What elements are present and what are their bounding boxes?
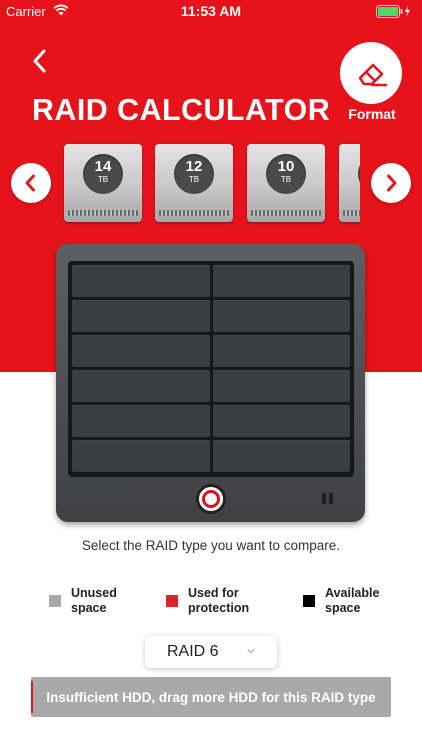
hdd-size: 14 [94, 158, 112, 175]
chevron-right-icon [387, 174, 397, 192]
format-label: Format [348, 106, 396, 122]
hdd-size: 10 [277, 158, 295, 175]
status-time: 11:53 AM [180, 3, 242, 19]
drive-bay-slot[interactable] [212, 405, 350, 437]
drive-bay-slot[interactable] [72, 370, 210, 402]
hdd-unit: TB [97, 175, 109, 184]
legend-swatch [166, 595, 178, 607]
drive-bay-slot[interactable] [212, 335, 350, 367]
drive-bay-slot[interactable] [212, 265, 350, 297]
drive-bay-slot[interactable] [72, 300, 210, 332]
warning-accent [31, 681, 33, 713]
drive-bay-slot[interactable] [72, 265, 210, 297]
chevron-left-icon [33, 49, 46, 73]
eraser-icon [358, 63, 388, 87]
hdd-drive-partial[interactable] [339, 144, 360, 222]
hdd-capacity-badge: 10 TB [266, 154, 306, 194]
drive-bay-slot[interactable] [212, 440, 350, 472]
hdd-capacity-badge [358, 154, 360, 194]
back-button[interactable] [28, 46, 54, 76]
legend-label: Used for protection [188, 586, 250, 615]
carousel-prev-button[interactable] [11, 163, 51, 203]
status-led-icon [322, 493, 333, 504]
drive-bay-slot[interactable] [212, 300, 350, 332]
drive-bay-slot[interactable] [72, 440, 210, 472]
page-title: RAID CALCULATOR [32, 92, 331, 127]
chevron-down-icon [247, 648, 255, 654]
legend-label: Available space [325, 586, 380, 615]
drive-bay-slot[interactable] [212, 370, 350, 402]
hdd-unit: TB [188, 175, 200, 184]
drive-bay-slot[interactable] [72, 405, 210, 437]
legend-available: Available space [303, 586, 379, 616]
insufficient-hdd-warning: Insufficient HDD, drag more HDD for this… [31, 677, 391, 717]
battery-charging-icon [376, 5, 410, 18]
format-button[interactable] [340, 42, 402, 104]
status-bar: Carrier 11:53 AM [0, 0, 422, 22]
raid-type-select[interactable]: RAID 6 [145, 636, 277, 668]
hdd-capacity-badge: 12 TB [174, 154, 214, 194]
hdd-capacity-badge: 14 TB [83, 154, 123, 194]
hdd-size: 12 [185, 158, 203, 175]
drive-bay-area[interactable] [68, 261, 354, 477]
hdd-drive[interactable]: 12 TB [155, 144, 233, 222]
chevron-left-icon [25, 174, 35, 192]
hdd-drive[interactable]: 10 TB [247, 144, 325, 222]
legend-swatch [303, 595, 315, 607]
warning-text: Insufficient HDD, drag more HDD for this… [46, 689, 376, 705]
drive-bay-slot[interactable] [72, 335, 210, 367]
drive-carousel[interactable]: 14 TB 12 TB 10 TB [62, 140, 360, 226]
brand-logo-icon [196, 484, 226, 514]
nas-enclosure [56, 244, 365, 522]
hdd-drive[interactable]: 14 TB [64, 144, 142, 222]
hdd-unit: TB [280, 175, 292, 184]
legend-protection: Used for protection [166, 586, 249, 616]
legend-swatch [49, 595, 61, 607]
raid-type-value: RAID 6 [167, 643, 219, 660]
legend-unused: Unused space [49, 586, 117, 616]
legend-label: Unused space [71, 586, 117, 615]
instruction-text: Select the RAID type you want to compare… [81, 538, 341, 553]
carousel-next-button[interactable] [371, 163, 411, 203]
